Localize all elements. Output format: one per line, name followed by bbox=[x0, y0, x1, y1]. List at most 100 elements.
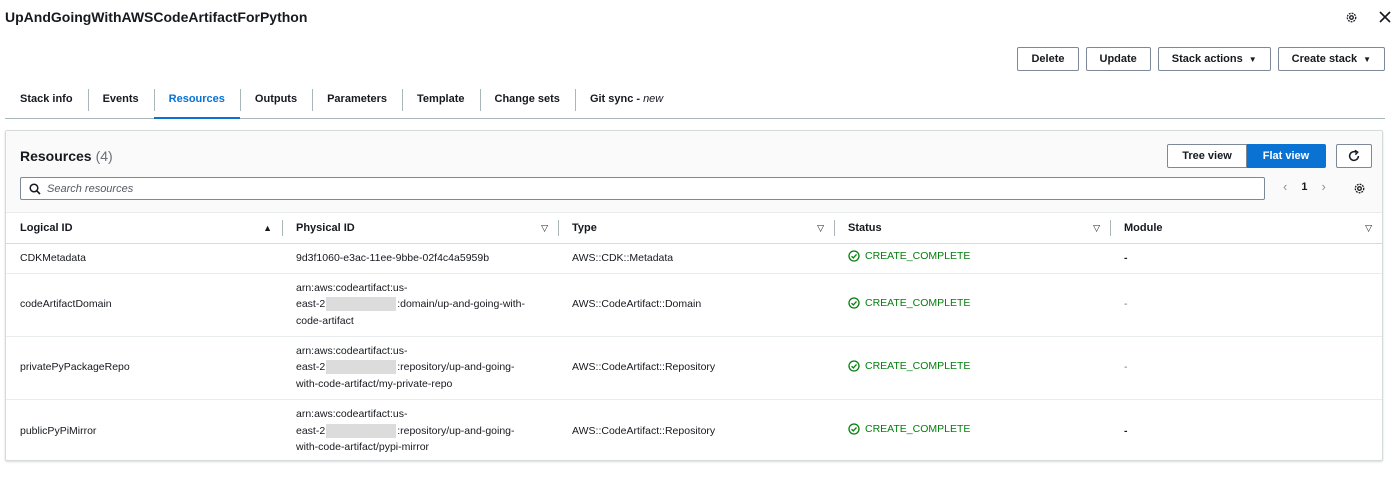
check-circle-icon bbox=[848, 423, 860, 435]
stack-actions-label: Stack actions bbox=[1171, 53, 1243, 65]
chevron-left-icon[interactable]: ‹ bbox=[1283, 179, 1287, 194]
tab-template[interactable]: Template bbox=[402, 80, 479, 118]
close-icon[interactable] bbox=[1378, 9, 1392, 25]
tab-label: Resources bbox=[168, 93, 225, 105]
tab-events[interactable]: Events bbox=[87, 80, 154, 118]
preferences-icon[interactable] bbox=[1352, 181, 1366, 195]
search-input[interactable] bbox=[47, 182, 647, 195]
physical-id-cell: arn:aws:codeartifact:us-east-2 :domain/up… bbox=[282, 273, 558, 337]
tab-label: Change sets bbox=[494, 93, 560, 105]
column-label: Type bbox=[572, 221, 597, 234]
tab-resources[interactable]: Resources bbox=[153, 80, 241, 119]
physical-id-part: with-code-artifact/pypi-mirror bbox=[296, 441, 430, 453]
resources-panel: Resources(4) Tree view Flat view ‹ 1 › L… bbox=[5, 130, 1383, 461]
redacted-account-id bbox=[326, 423, 397, 438]
column-header-physical-id[interactable]: Physical ID ▽ bbox=[282, 213, 558, 244]
physical-id-part: with-code-artifact/my-private-repo bbox=[296, 377, 453, 390]
physical-id-part: code-artifact bbox=[296, 314, 354, 327]
update-button[interactable]: Update bbox=[1085, 47, 1151, 71]
column-header-type[interactable]: Type ▽ bbox=[558, 213, 834, 244]
physical-id-part: east-2 bbox=[296, 361, 326, 374]
caret-down-icon: ▼ bbox=[1363, 54, 1371, 64]
physical-id-cell: 9d3f1060-e3ac-11ee-9bbe-02f4c4a5959b bbox=[282, 243, 558, 274]
resources-panel-header: Resources(4) Tree view Flat view ‹ 1 › bbox=[6, 131, 1382, 213]
check-circle-icon bbox=[848, 360, 860, 372]
sort-icon: ▽ bbox=[1093, 223, 1100, 233]
tab-label: Parameters bbox=[327, 93, 388, 105]
type-cell: AWS::CodeArtifact::Repository bbox=[572, 424, 716, 437]
physical-id-part: :repository/up-and-going- bbox=[397, 361, 515, 374]
physical-id-part: east-2 bbox=[296, 424, 326, 437]
tree-view-button[interactable]: Tree view bbox=[1167, 144, 1247, 168]
create-stack-dropdown[interactable]: Create stack ▼ bbox=[1277, 47, 1385, 71]
physical-id-part: :domain/up-and-going-with- bbox=[397, 298, 526, 311]
column-label: Module bbox=[1124, 221, 1163, 234]
sort-icon: ▽ bbox=[541, 223, 548, 233]
refresh-icon bbox=[1348, 149, 1360, 162]
redacted-account-id bbox=[326, 297, 397, 312]
sort-icon: ▽ bbox=[1365, 223, 1372, 233]
logical-id-cell: CDKMetadata bbox=[6, 243, 282, 274]
top-icons bbox=[1344, 9, 1392, 25]
search-field[interactable] bbox=[20, 177, 1265, 200]
redacted-account-id bbox=[326, 360, 397, 375]
table-row: privatePyPackageRepo arn:aws:codeartifac… bbox=[6, 336, 1382, 400]
status-cell: CREATE_COMPLETE bbox=[834, 273, 1110, 337]
module-cell: - bbox=[1110, 273, 1382, 337]
type-cell: AWS::CDK::Metadata bbox=[558, 243, 834, 274]
column-header-logical-id[interactable]: Logical ID ▲ bbox=[6, 213, 282, 244]
status-badge: CREATE_COMPLETE bbox=[848, 295, 970, 312]
table-header-row: Logical ID ▲ Physical ID ▽ Type ▽ Status ▽ M… bbox=[6, 213, 1382, 244]
delete-button[interactable]: Delete bbox=[1017, 47, 1079, 71]
chevron-right-icon[interactable]: › bbox=[1321, 179, 1325, 194]
tab-label: Outputs bbox=[254, 93, 298, 105]
tab-label: Events bbox=[102, 93, 139, 105]
flat-view-button[interactable]: Flat view bbox=[1247, 144, 1326, 168]
status-badge: CREATE_COMPLETE bbox=[848, 421, 970, 438]
module-cell: - bbox=[1110, 243, 1382, 274]
tab-change-sets[interactable]: Change sets bbox=[479, 80, 575, 118]
tab-stack-info[interactable]: Stack info bbox=[5, 80, 88, 118]
status-text: CREATE_COMPLETE bbox=[865, 422, 971, 435]
type-cell: AWS::CodeArtifact::Repository bbox=[558, 336, 834, 400]
physical-id-part: :repository/up-and-going- bbox=[397, 424, 515, 437]
tab-parameters[interactable]: Parameters bbox=[312, 80, 402, 118]
column-header-module[interactable]: Module ▽ bbox=[1110, 213, 1382, 244]
physical-id-part: arn:aws:codeartifact:us- bbox=[296, 344, 408, 357]
tab-label: Stack info bbox=[20, 93, 73, 105]
resources-count: (4) bbox=[95, 148, 113, 164]
module-cell: - bbox=[1124, 424, 1128, 437]
status-cell: CREATE_COMPLETE bbox=[834, 399, 1110, 462]
stack-tabs: Stack info Events Resources Outputs Para… bbox=[5, 80, 1385, 119]
sort-icon: ▽ bbox=[817, 223, 824, 233]
search-icon bbox=[29, 182, 41, 195]
page-number[interactable]: 1 bbox=[1301, 181, 1307, 193]
new-badge: new bbox=[643, 93, 664, 105]
pagination: ‹ 1 › bbox=[1283, 179, 1326, 194]
column-label: Physical ID bbox=[296, 221, 355, 234]
view-toggle: Tree view Flat view bbox=[1167, 144, 1326, 168]
tab-label: Template bbox=[417, 93, 465, 105]
update-label: Update bbox=[1099, 53, 1137, 65]
physical-id-part: east-2 bbox=[296, 298, 326, 311]
table-row: CDKMetadata 9d3f1060-e3ac-11ee-9bbe-02f4… bbox=[6, 243, 1382, 274]
column-label: Logical ID bbox=[20, 221, 73, 234]
resources-heading: Resources (4) bbox=[20, 148, 113, 164]
status-badge: CREATE_COMPLETE bbox=[848, 248, 970, 265]
column-header-status[interactable]: Status ▽ bbox=[834, 213, 1110, 244]
tab-outputs[interactable]: Outputs bbox=[239, 80, 312, 118]
caret-down-icon: ▼ bbox=[1248, 54, 1257, 64]
column-label: Status bbox=[848, 221, 882, 234]
table-row: publicPyPiMirror arn:aws:codeartifact:us… bbox=[6, 399, 1382, 462]
physical-id-cell: arn:aws:codeartifact:us-east-2 :repositor… bbox=[282, 336, 558, 400]
physical-id-part: arn:aws:codeartifact:us- bbox=[296, 281, 408, 294]
status-badge: CREATE_COMPLETE bbox=[848, 358, 970, 375]
settings-icon[interactable] bbox=[1344, 9, 1358, 25]
stack-actions-dropdown[interactable]: Stack actions ▼ bbox=[1157, 47, 1271, 71]
status-text: CREATE_COMPLETE bbox=[865, 296, 971, 309]
resources-title: Resources bbox=[20, 148, 92, 164]
stack-actions-bar: Delete Update Stack actions ▼ Create stac… bbox=[1017, 47, 1385, 71]
create-stack-label: Create stack bbox=[1291, 53, 1358, 65]
refresh-button[interactable] bbox=[1336, 144, 1372, 168]
tab-git-sync[interactable]: Git sync - new bbox=[574, 80, 678, 118]
